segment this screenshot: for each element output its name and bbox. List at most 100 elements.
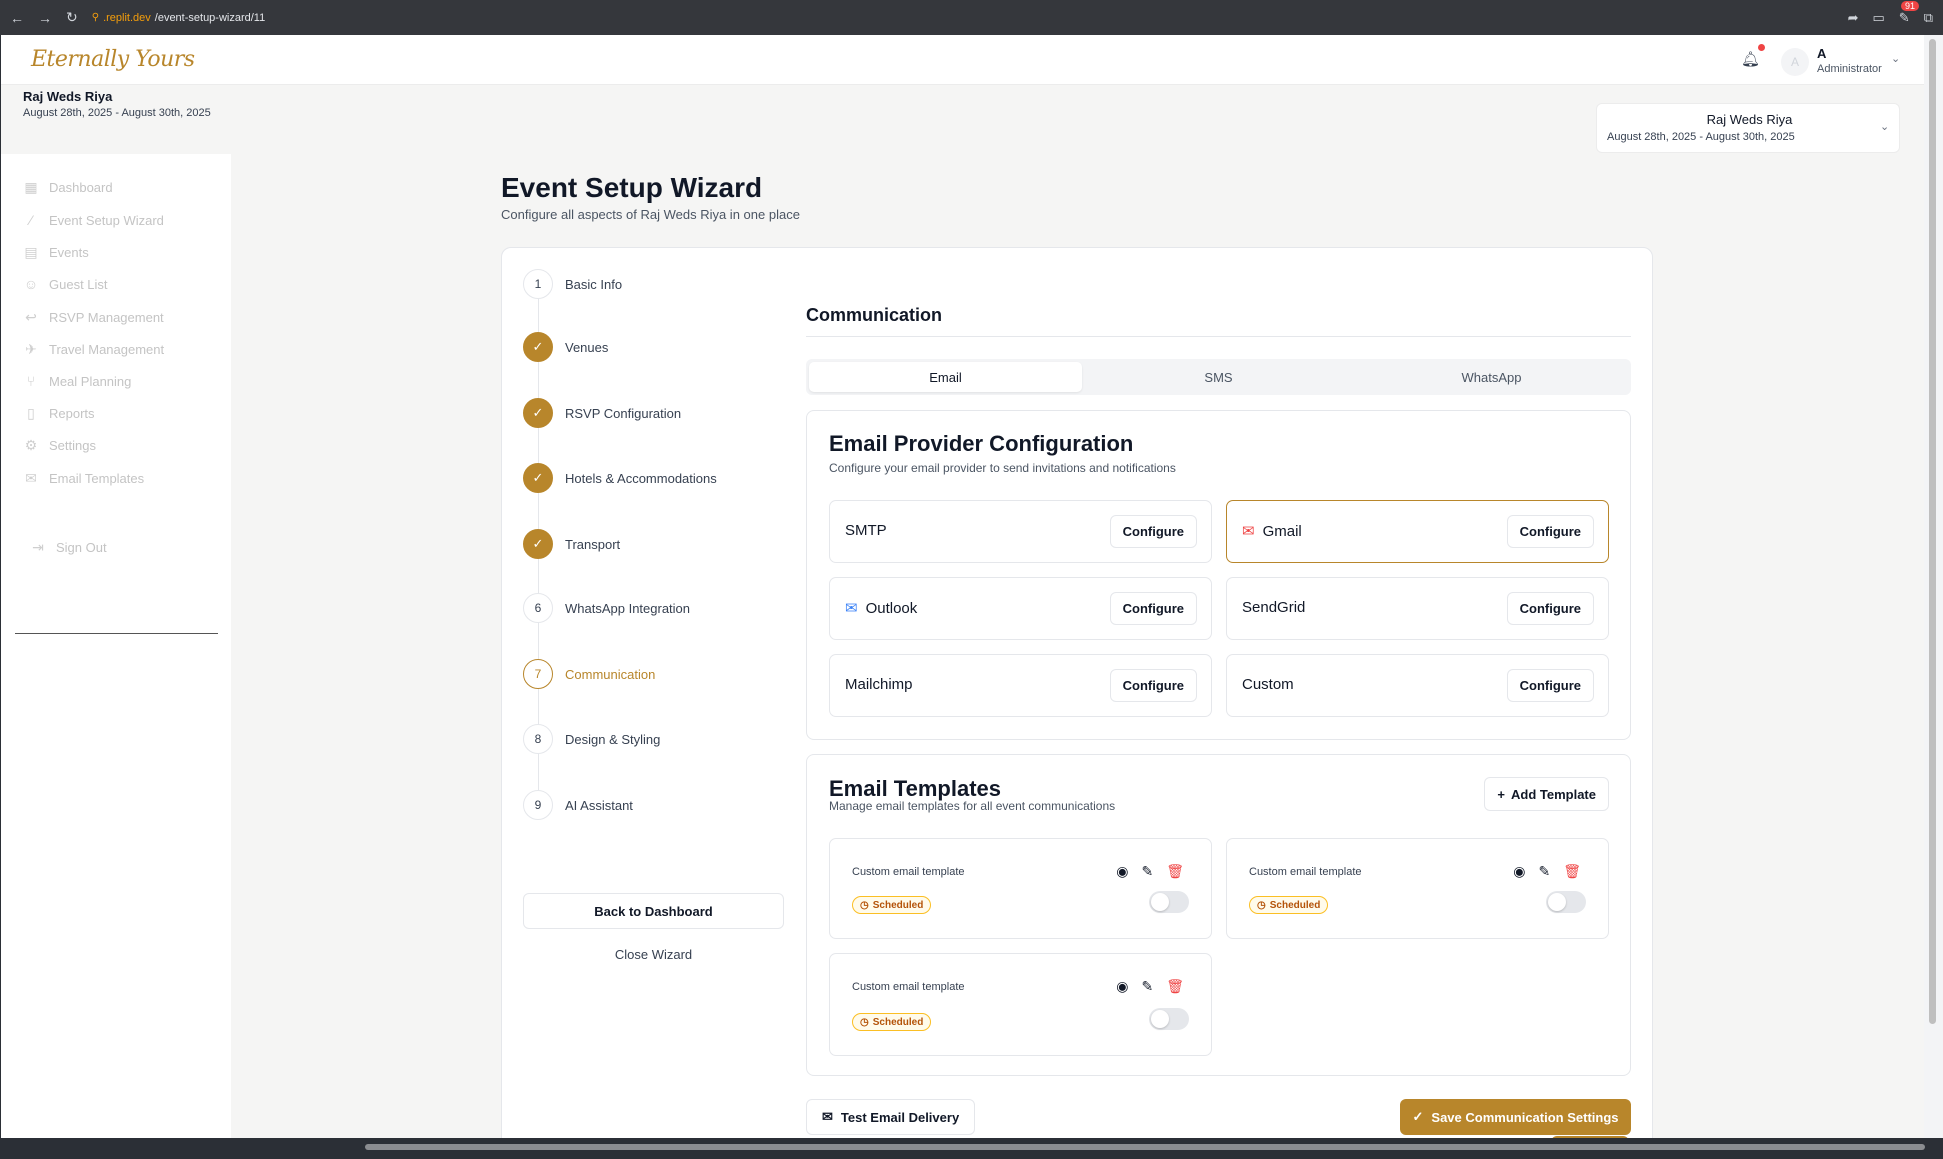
template-name: Custom email template xyxy=(852,866,965,878)
reply-icon: ↩ xyxy=(25,308,37,325)
provider-card-gmail[interactable]: ✉ Gmail Configure xyxy=(1226,500,1609,563)
step-ai-assistant[interactable]: 9 AI Assistant xyxy=(523,790,633,820)
wand-icon: ⁄ xyxy=(29,212,33,228)
step-basic-info[interactable]: 1 Basic Info xyxy=(523,269,622,299)
notification-dot xyxy=(1758,44,1765,51)
sidebar-item-travel-management[interactable]: ✈ Travel Management xyxy=(23,339,164,359)
horizontal-scrollbar[interactable] xyxy=(0,1138,1943,1159)
step-whatsapp-integration[interactable]: 6 WhatsApp Integration xyxy=(523,593,690,623)
sidebar-item-event-setup-wizard[interactable]: ⁄ Event Setup Wizard xyxy=(23,210,164,230)
sidebar-item-meal-planning[interactable]: ⑂ Meal Planning xyxy=(23,371,132,391)
file-icon: ▯ xyxy=(27,404,35,421)
step-transport[interactable]: ✓ Transport xyxy=(523,529,620,559)
edit-icon[interactable]: ✎ xyxy=(1141,863,1153,880)
check-icon: ✓ xyxy=(1412,1109,1424,1124)
edit-icon[interactable]: ✎ xyxy=(1538,863,1550,880)
back-arrow-icon[interactable]: ← xyxy=(10,10,24,26)
provider-label: Gmail xyxy=(1262,522,1302,540)
brand-logo[interactable]: Eternally Yours xyxy=(31,47,195,72)
plus-icon: + xyxy=(1497,786,1505,802)
configure-button[interactable]: Configure xyxy=(1506,592,1594,625)
reload-icon[interactable]: ↻ xyxy=(66,9,78,26)
extension-icon[interactable]: ✎ xyxy=(1899,10,1910,26)
step-connector xyxy=(538,559,539,593)
sidebar-item-reports[interactable]: ▯ Reports xyxy=(23,403,94,423)
trash-icon[interactable]: 🗑︎ xyxy=(1166,978,1184,995)
scrollbar-thumb[interactable] xyxy=(365,1144,1925,1150)
user-name[interactable]: A xyxy=(1817,46,1826,61)
configure-button[interactable]: Configure xyxy=(1506,515,1594,548)
section-title: Communication xyxy=(806,305,943,325)
notification-bell-icon[interactable]: 🔔︎ xyxy=(1741,50,1760,68)
sign-out-button[interactable]: ⇥ Sign Out xyxy=(30,537,106,557)
status-label: Scheduled xyxy=(1269,899,1321,911)
status-label: Scheduled xyxy=(872,899,924,911)
forward-arrow-icon[interactable]: → xyxy=(38,10,52,26)
vertical-scrollbar[interactable] xyxy=(1924,35,1943,1138)
tab-whatsapp[interactable]: WhatsApp xyxy=(1355,362,1628,392)
sidebar-item-email-templates[interactable]: ✉ Email Templates xyxy=(23,468,144,488)
step-design-styling[interactable]: 8 Design & Styling xyxy=(523,724,660,754)
user-role: Administrator xyxy=(1817,63,1882,75)
eye-icon[interactable]: ◉ xyxy=(1116,978,1128,995)
tab-email[interactable]: Email xyxy=(809,362,1082,392)
configure-button[interactable]: Configure xyxy=(1109,669,1197,702)
grid-icon: ▦ xyxy=(24,178,38,195)
test-email-delivery-button[interactable]: ✉ Test Email Delivery xyxy=(806,1099,976,1135)
sidebar-item-label: Events xyxy=(49,244,89,260)
tab-sms[interactable]: SMS xyxy=(1082,362,1355,392)
step-number: 8 xyxy=(523,724,553,754)
eye-icon[interactable]: ◉ xyxy=(1513,863,1525,880)
edit-icon[interactable]: ✎ xyxy=(1141,978,1153,995)
address-bar[interactable]: ⚲ .replit.dev/event-setup-wizard/11 xyxy=(92,12,266,24)
provider-card-custom[interactable]: Custom Configure xyxy=(1226,654,1609,717)
provider-card-sendgrid[interactable]: SendGrid Configure xyxy=(1226,577,1609,640)
step-venues[interactable]: ✓ Venues xyxy=(523,332,608,362)
template-name: Custom email template xyxy=(852,981,965,993)
sidebar-item-label: Email Templates xyxy=(49,470,145,486)
step-hotels-accommodations[interactable]: ✓ Hotels & Accommodations xyxy=(523,463,717,493)
eye-icon[interactable]: ◉ xyxy=(1116,863,1128,880)
mail-icon: ✉ xyxy=(845,600,858,617)
trash-icon[interactable]: 🗑︎ xyxy=(1563,863,1581,880)
chevron-down-icon[interactable]: ⌄ xyxy=(1891,52,1900,65)
provider-label: Custom xyxy=(1242,676,1294,693)
sidebar-item-dashboard[interactable]: ▦ Dashboard xyxy=(23,177,112,197)
event-selector[interactable]: Raj Weds Riya August 28th, 2025 - August… xyxy=(1596,103,1900,153)
provider-card-smtp[interactable]: SMTP Configure xyxy=(829,500,1212,563)
screen-icon[interactable]: ▭ xyxy=(1873,10,1885,26)
step-communication[interactable]: 7 Communication xyxy=(523,659,655,689)
external-link-icon[interactable]: ⧉ xyxy=(1924,10,1933,26)
step-connector xyxy=(538,754,539,790)
save-communication-settings-button[interactable]: ✓ Save Communication Settings xyxy=(1400,1099,1631,1135)
step-rsvp-configuration[interactable]: ✓ RSVP Configuration xyxy=(523,398,681,428)
mail-icon: ✉ xyxy=(822,1109,833,1124)
close-wizard-button[interactable]: Close Wizard xyxy=(523,943,784,965)
back-to-dashboard-button[interactable]: Back to Dashboard xyxy=(523,893,784,929)
template-toggle[interactable] xyxy=(1149,1008,1189,1030)
url-path: /event-setup-wizard/11 xyxy=(154,11,266,24)
sidebar-item-guest-list[interactable]: ☺ Guest List xyxy=(23,274,108,294)
sidebar-item-events[interactable]: ▤ Events xyxy=(23,242,89,262)
sidebar-item-label: Travel Management xyxy=(49,341,165,357)
trash-icon[interactable]: 🗑︎ xyxy=(1166,863,1184,880)
provider-card-mailchimp[interactable]: Mailchimp Configure xyxy=(829,654,1212,717)
template-card[interactable]: Custom email template ◉ ✎ 🗑︎ ◷ Scheduled xyxy=(829,838,1212,939)
app-viewport: Eternally Yours 🔔︎ A A Administrator ⌄ R… xyxy=(1,35,1924,1138)
configure-button[interactable]: Configure xyxy=(1109,592,1197,625)
template-card[interactable]: Custom email template ◉ ✎ 🗑︎ ◷ Scheduled xyxy=(1226,838,1609,939)
template-card[interactable]: Custom email template ◉ ✎ 🗑︎ ◷ Scheduled xyxy=(829,953,1212,1056)
provider-card-outlook[interactable]: ✉ Outlook Configure xyxy=(829,577,1212,640)
url-host: .replit.dev xyxy=(103,11,151,24)
scrollbar-thumb[interactable] xyxy=(1929,39,1936,1024)
sidebar-item-rsvp-management[interactable]: ↩ RSVP Management xyxy=(23,307,164,327)
template-toggle[interactable] xyxy=(1546,891,1586,913)
sidebar-item-settings[interactable]: ⚙ Settings xyxy=(23,435,96,455)
configure-button[interactable]: Configure xyxy=(1506,669,1594,702)
configure-button[interactable]: Configure xyxy=(1109,515,1197,548)
avatar[interactable]: A xyxy=(1781,48,1809,76)
sign-out-icon: ⇥ xyxy=(32,538,44,555)
template-toggle[interactable] xyxy=(1149,891,1189,913)
share-icon[interactable]: ➦ xyxy=(1848,10,1859,26)
add-template-button[interactable]: + Add Template xyxy=(1484,777,1609,811)
